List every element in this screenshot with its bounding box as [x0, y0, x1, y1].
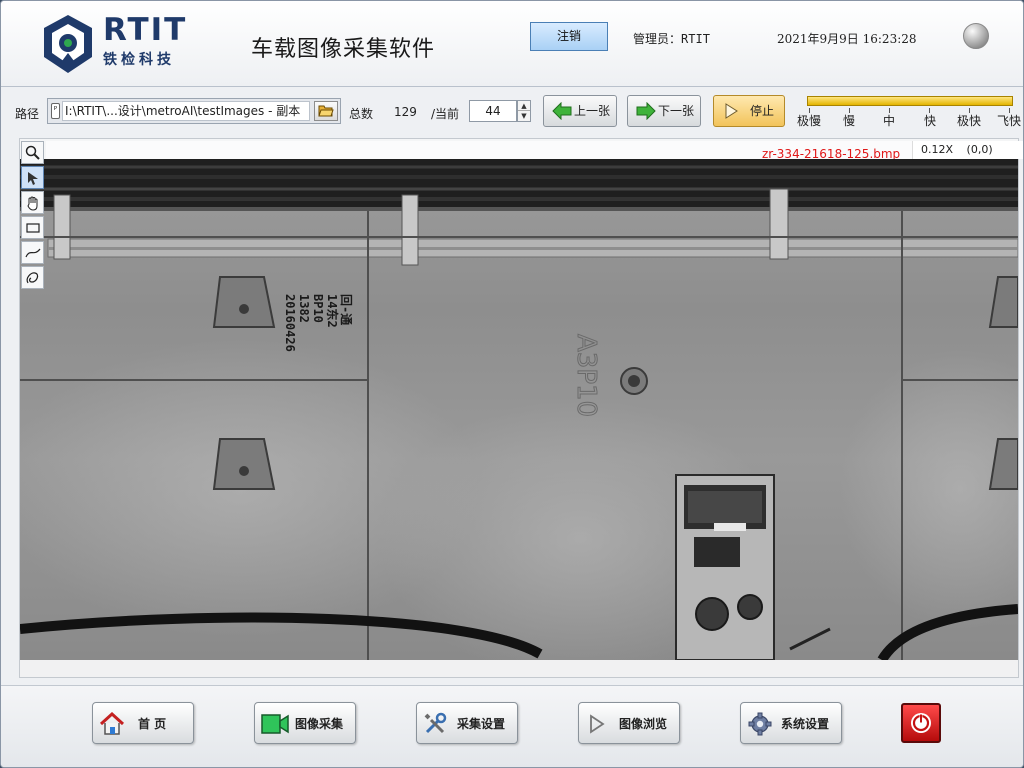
speed-slider[interactable]: 极慢 慢 中 快 极快 飞快	[797, 94, 1023, 132]
folder-open-icon	[318, 105, 334, 117]
cursor-coordinates: (0,0)	[966, 143, 993, 156]
next-image-label: 下一张	[658, 104, 695, 118]
stencil-line: BP10	[311, 294, 325, 323]
total-value: 129	[394, 105, 417, 119]
viewer-scroll-area[interactable]	[20, 660, 1018, 677]
speed-label: 极快	[957, 114, 982, 128]
arrow-left-icon	[552, 102, 572, 120]
play-icon	[725, 103, 738, 119]
zoom-info: 0.12X (0,0)	[912, 141, 1023, 159]
magnifier-icon	[25, 145, 40, 160]
speed-label: 慢	[843, 114, 856, 128]
capture-settings-label: 采集设置	[457, 717, 506, 731]
browse-folder-button[interactable]	[314, 101, 338, 121]
curve-line-icon	[25, 248, 41, 258]
image-viewer: zr-334-21618-125.bmp 0.12X (0,0) 回-通 14东…	[19, 138, 1023, 678]
brand-subtitle: 铁检科技	[103, 52, 175, 68]
image-capture-label: 图像采集	[295, 717, 344, 731]
home-button[interactable]: 首 页	[92, 702, 194, 744]
speed-label: 极慢	[797, 114, 822, 128]
path-label: 路径	[15, 107, 40, 121]
viewer-tool-palette	[21, 141, 45, 291]
rectangle-icon	[26, 223, 40, 233]
admin-info: 管理员：RTIT	[633, 30, 710, 47]
stencil-line: 20160426	[283, 294, 297, 352]
header-bar: RTIT 铁检科技 车载图像采集软件 注销 管理员：RTIT 2021年9月9日…	[1, 1, 1023, 87]
freehand-tool-button[interactable]	[21, 266, 44, 289]
system-settings-label: 系统设置	[781, 717, 830, 731]
admin-label: 管理员：	[633, 32, 682, 46]
stencil-line: 14东2	[325, 294, 340, 328]
image-capture-button[interactable]: 图像采集	[254, 702, 356, 744]
path-control: ᴾ I:\RTIT\...设计\metroAI\testImages - 副本	[47, 98, 341, 124]
brand-name: RTIT	[103, 12, 188, 48]
rtit-logo-icon	[44, 15, 92, 73]
wrench-screwdriver-icon	[424, 712, 447, 734]
current-label: /当前	[431, 107, 460, 121]
step-up-icon[interactable]: ▲	[518, 101, 530, 111]
stencil-line: 回-通	[339, 294, 354, 325]
pan-tool-button[interactable]	[21, 191, 44, 214]
admin-name: RTIT	[681, 32, 710, 46]
current-index-stepper[interactable]: ▲ ▼	[517, 100, 531, 122]
rectangle-tool-button[interactable]	[21, 216, 44, 239]
tunnel-image: 回-通 14东2 BP10 1382 20160426 A3P10	[20, 159, 1018, 660]
stencil-center: A3P10	[571, 334, 601, 417]
current-index-input[interactable]: 44	[469, 100, 517, 122]
power-off-button[interactable]	[901, 703, 941, 743]
brand: RTIT 铁检科技	[103, 13, 187, 69]
logout-button[interactable]: 注销	[530, 22, 608, 51]
speed-track[interactable]	[807, 96, 1013, 106]
step-down-icon[interactable]: ▼	[518, 111, 530, 121]
speed-label: 中	[883, 114, 896, 128]
image-browse-label: 图像浏览	[619, 717, 668, 731]
home-label: 首 页	[138, 717, 167, 731]
status-led-icon	[963, 23, 989, 49]
power-icon	[911, 713, 931, 733]
system-settings-button[interactable]: 系统设置	[740, 702, 842, 744]
video-camera-icon	[261, 714, 289, 734]
app-window: RTIT 铁检科技 车载图像采集软件 注销 管理员：RTIT 2021年9月9日…	[0, 0, 1024, 768]
capture-settings-button[interactable]: 采集设置	[416, 702, 518, 744]
path-type-icon[interactable]: ᴾ	[51, 103, 60, 119]
speed-label: 快	[924, 114, 937, 128]
stop-label: 停止	[750, 104, 775, 118]
zoom-tool-button[interactable]	[21, 141, 44, 164]
path-input[interactable]: I:\RTIT\...设计\metroAI\testImages - 副本	[62, 101, 310, 121]
arrow-right-icon	[636, 102, 656, 120]
toolbar: 路径 ᴾ I:\RTIT\...设计\metroAI\testImages - …	[1, 88, 1023, 134]
next-image-button[interactable]: 下一张	[627, 95, 701, 127]
prev-image-button[interactable]: 上一张	[543, 95, 617, 127]
pointer-tool-button[interactable]	[21, 166, 44, 189]
stencil-line: 1382	[297, 294, 311, 323]
hand-icon	[27, 196, 38, 211]
speed-ticks	[797, 108, 1023, 114]
line-tool-button[interactable]	[21, 241, 44, 264]
image-browse-button[interactable]: 图像浏览	[578, 702, 680, 744]
app-title: 车载图像采集软件	[251, 37, 436, 62]
home-icon	[99, 712, 125, 735]
datetime: 2021年9月9日 16:23:28	[777, 32, 917, 46]
total-label: 总数	[349, 107, 374, 121]
captured-image[interactable]: 回-通 14东2 BP10 1382 20160426 A3P10	[20, 159, 1018, 660]
gear-icon	[748, 712, 772, 736]
play-outline-icon	[590, 714, 605, 734]
stop-button[interactable]: 停止	[713, 95, 785, 127]
pointer-arrow-icon	[28, 172, 38, 185]
speed-label: 飞快	[997, 114, 1022, 128]
freehand-icon	[26, 272, 39, 284]
footer-nav: 首 页 图像采集 采集设置 图像浏览 系统设置	[1, 685, 1023, 767]
prev-image-label: 上一张	[574, 104, 611, 118]
viewer-info-bar: zr-334-21618-125.bmp 0.12X (0,0)	[46, 141, 1023, 161]
zoom-level: 0.12X	[921, 143, 954, 156]
